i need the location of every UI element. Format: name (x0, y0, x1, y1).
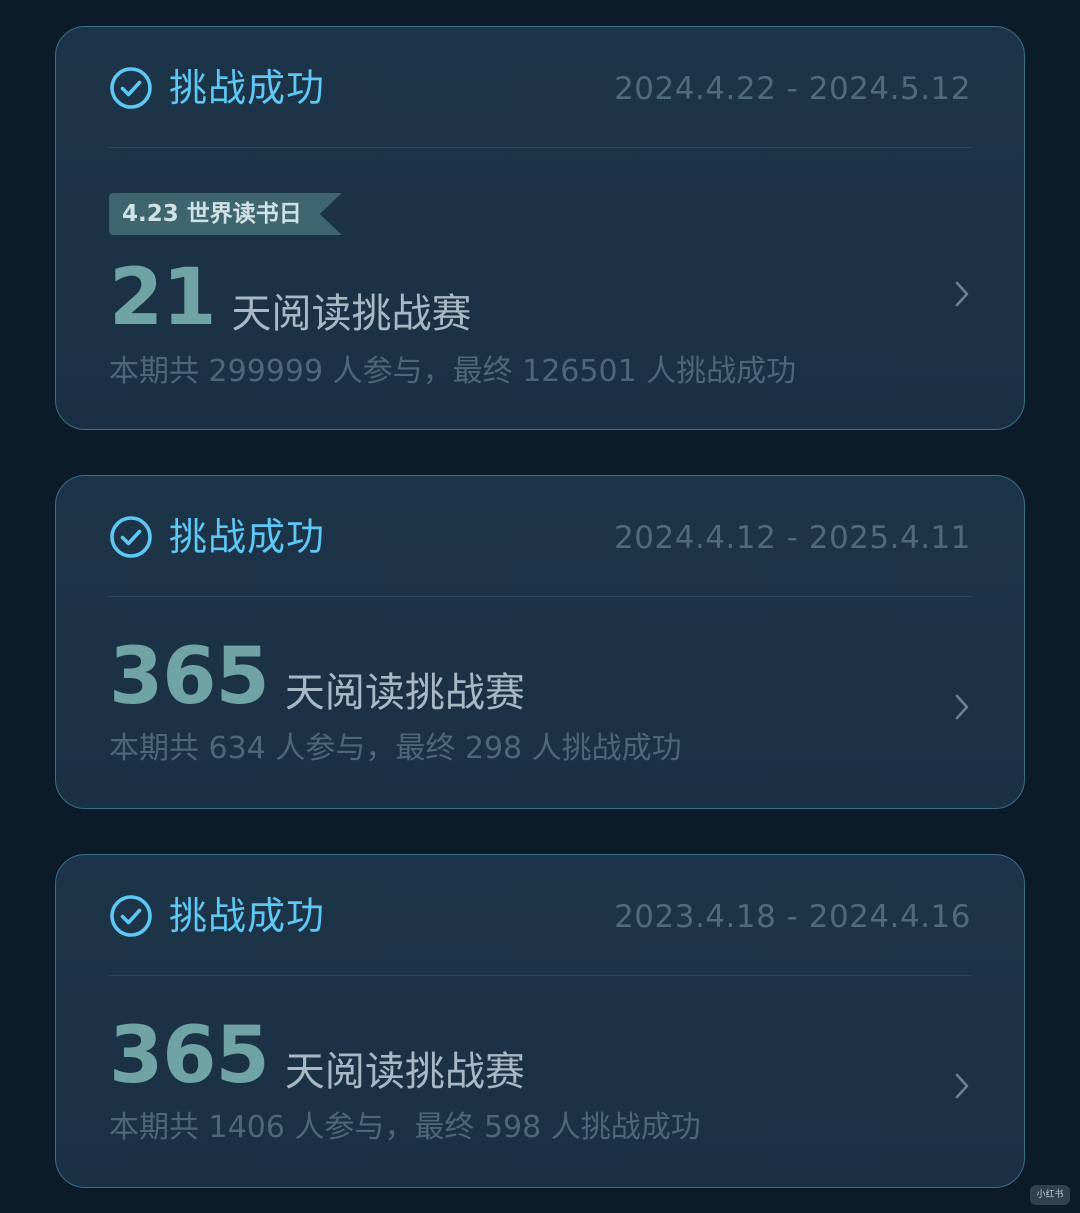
date-range: 2024.4.22 - 2024.5.12 (614, 71, 971, 107)
days-count: 365 (109, 632, 270, 722)
challenge-title: 365 天阅读挑战赛 (109, 1011, 525, 1101)
days-count: 21 (109, 253, 217, 343)
challenge-name: 天阅读挑战赛 (284, 670, 525, 716)
card-header: 挑战成功 2024.4.22 - 2024.5.12 (109, 27, 971, 148)
challenge-card-365-2023[interactable]: 挑战成功 2023.4.18 - 2024.4.16 365 天阅读挑战赛 本期共… (55, 854, 1025, 1188)
participation-stats: 本期共 634 人参与，最终 298 人挑战成功 (109, 731, 682, 766)
card-header: 挑战成功 2024.4.12 - 2025.4.11 (109, 476, 971, 597)
challenge-name: 天阅读挑战赛 (284, 1049, 525, 1095)
challenge-card-365-2024[interactable]: 挑战成功 2024.4.12 - 2025.4.11 365 天阅读挑战赛 本期共… (55, 475, 1025, 809)
chevron-right-icon[interactable] (955, 281, 969, 307)
participation-stats: 本期共 299999 人参与，最终 126501 人挑战成功 (109, 354, 797, 389)
card-header: 挑战成功 2023.4.18 - 2024.4.16 (109, 855, 971, 976)
watermark-logo: 小红书 (1030, 1185, 1070, 1205)
days-count: 365 (109, 1011, 270, 1101)
challenge-card-world-book-day[interactable]: 挑战成功 2024.4.22 - 2024.5.12 4.23 世界读书日 21… (55, 26, 1025, 430)
date-range: 2023.4.18 - 2024.4.16 (614, 899, 971, 935)
status-label: 挑战成功 (169, 515, 326, 559)
check-circle-icon (110, 67, 152, 109)
challenge-title: 21 天阅读挑战赛 (109, 253, 472, 343)
challenge-title: 365 天阅读挑战赛 (109, 632, 525, 722)
event-tag: 4.23 世界读书日 (109, 193, 342, 235)
chevron-right-icon[interactable] (955, 694, 969, 720)
status-label: 挑战成功 (169, 66, 326, 110)
check-circle-icon (110, 516, 152, 558)
chevron-right-icon[interactable] (955, 1073, 969, 1099)
participation-stats: 本期共 1406 人参与，最终 598 人挑战成功 (109, 1110, 701, 1145)
check-circle-icon (110, 895, 152, 937)
date-range: 2024.4.12 - 2025.4.11 (614, 520, 971, 556)
challenge-name: 天阅读挑战赛 (231, 291, 472, 337)
status-label: 挑战成功 (169, 894, 326, 938)
